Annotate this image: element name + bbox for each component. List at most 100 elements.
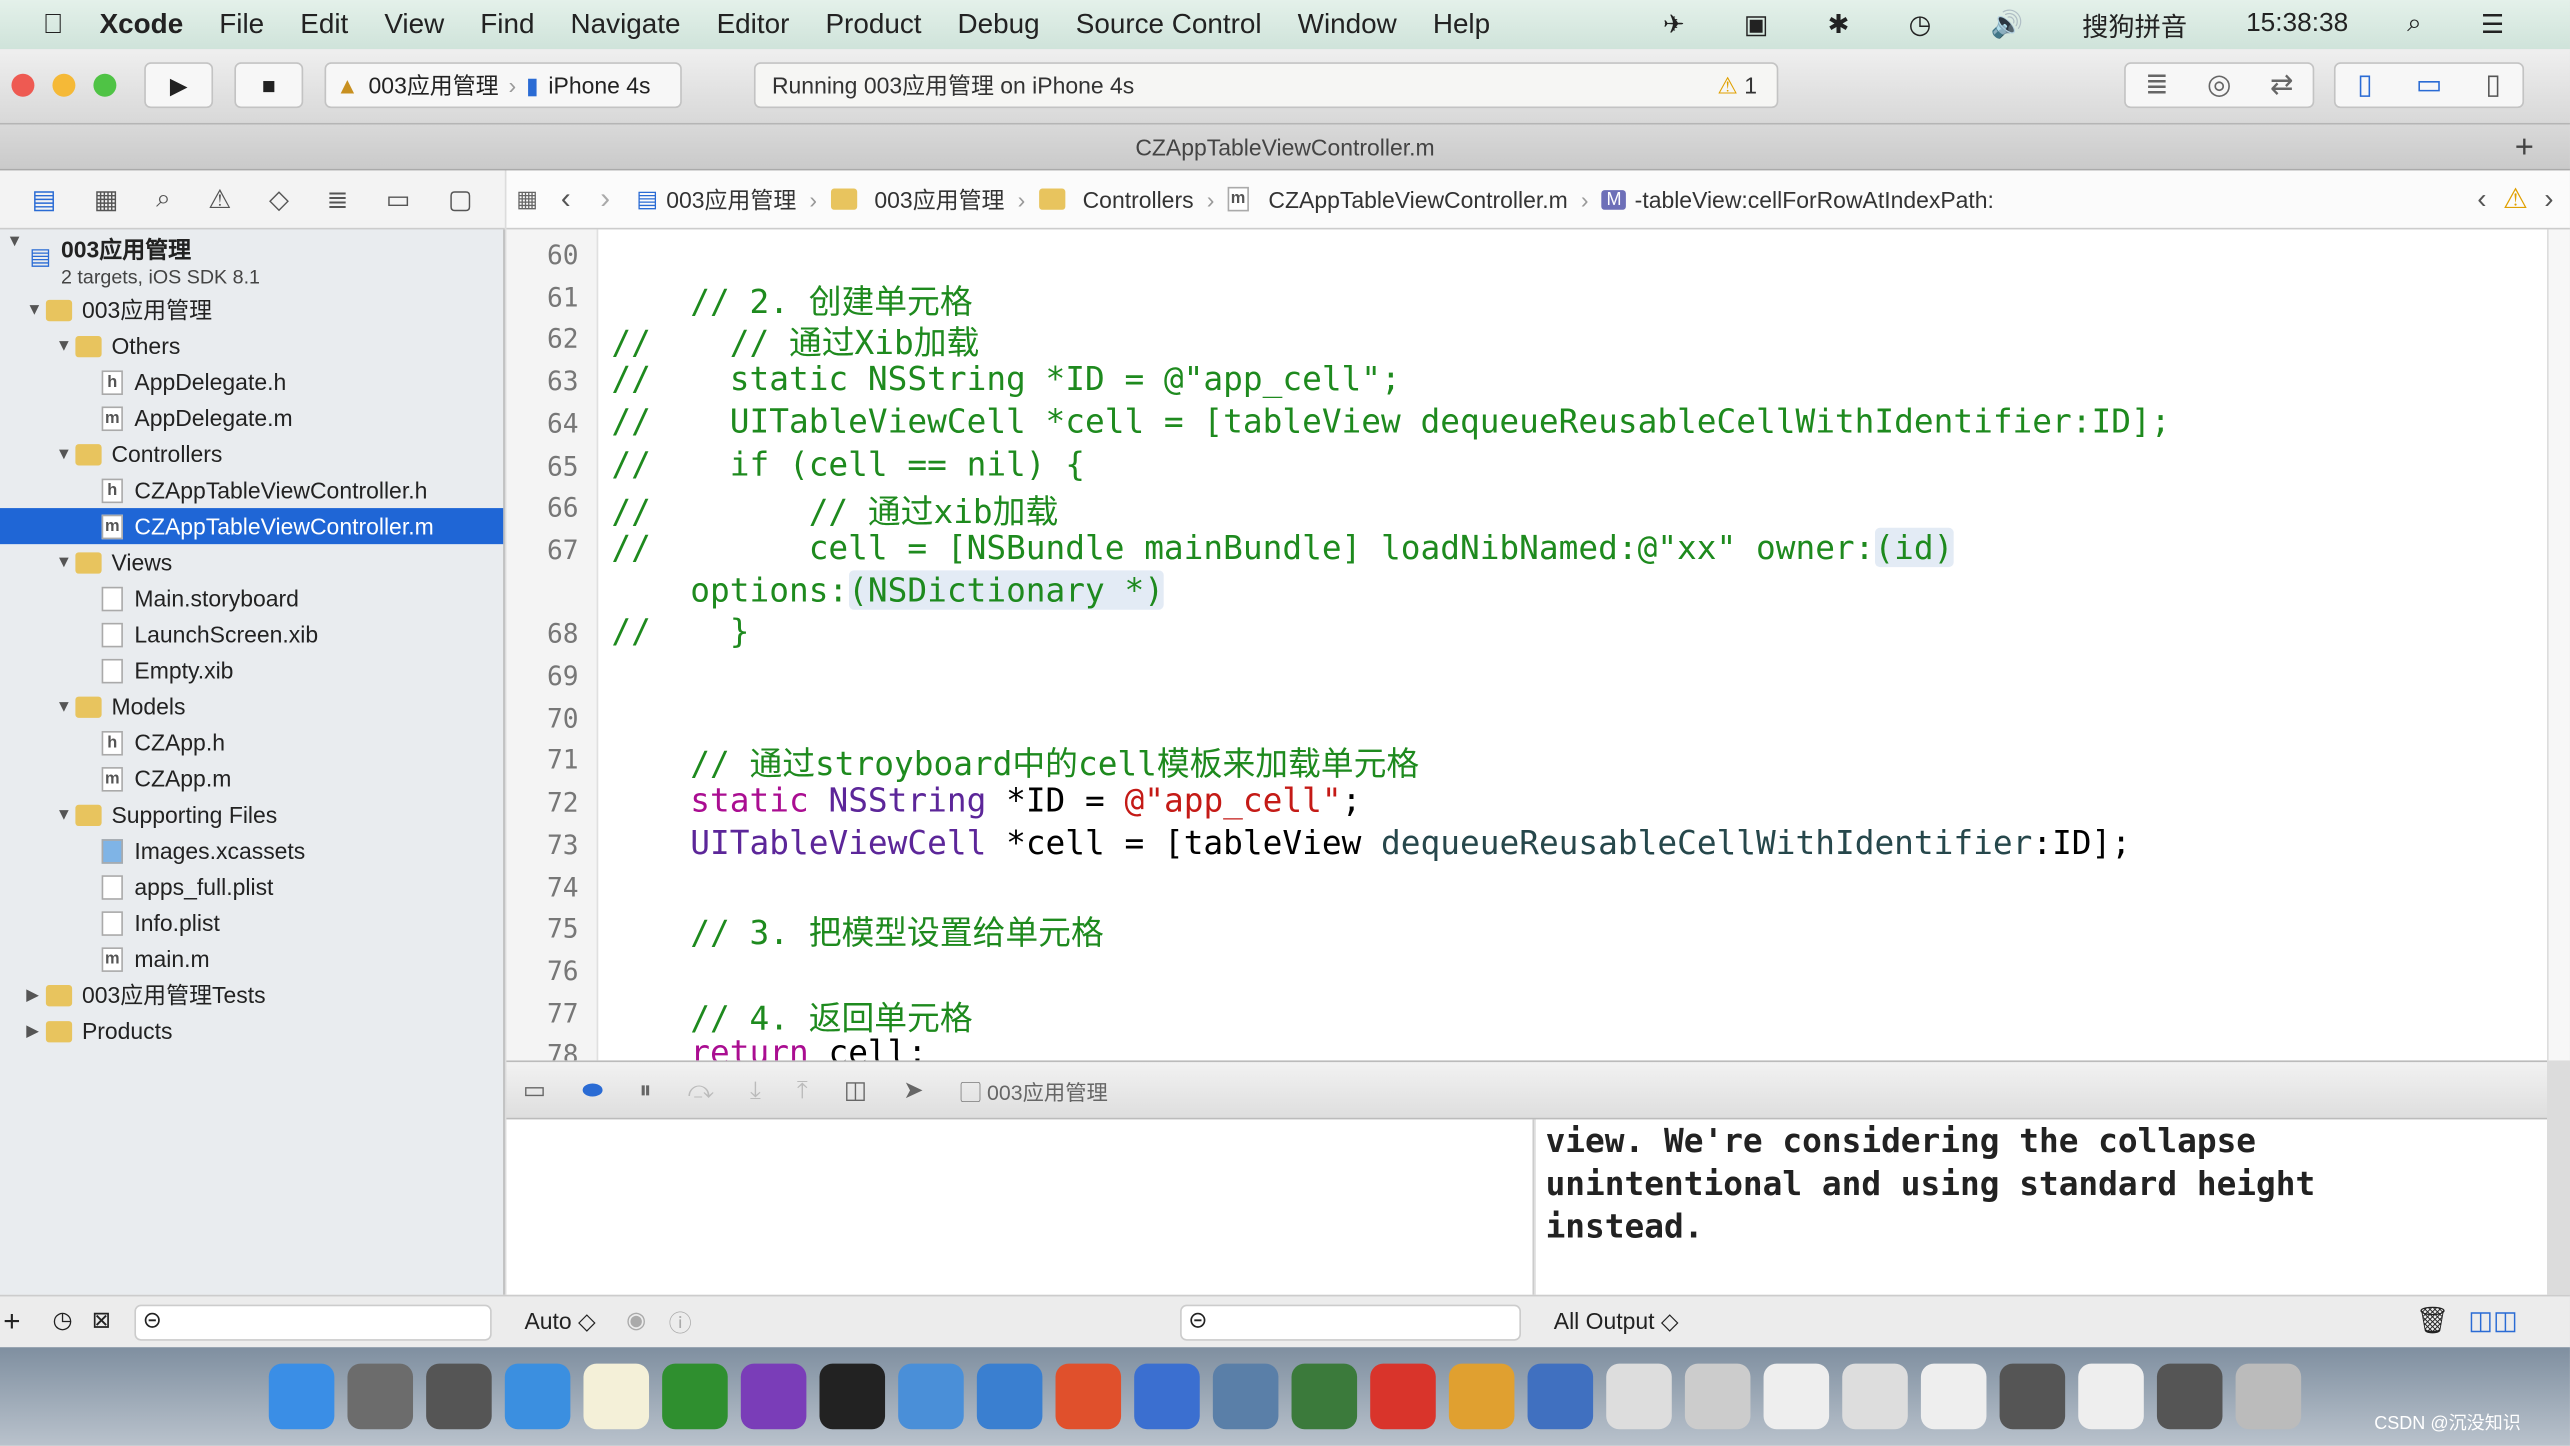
breadcrumb-group[interactable]: 003应用管理	[830, 183, 1004, 216]
code-line[interactable]: // cell = [NSBundle mainBundle] loadNibN…	[611, 527, 1954, 567]
dock-app-icon[interactable]	[347, 1363, 414, 1430]
dock-app-icon[interactable]	[268, 1363, 335, 1430]
previous-issue-button[interactable]: ‹	[2477, 183, 2486, 216]
navigator-item[interactable]: ▼ 003应用管理	[26, 292, 212, 328]
navigator-item[interactable]: m AppDelegate.m	[101, 400, 293, 436]
dock-app-icon[interactable]	[1055, 1363, 1122, 1430]
navigator-item[interactable]: m CZApp.m	[101, 760, 232, 796]
console-output-select[interactable]: All Output ◇	[1554, 1308, 1679, 1336]
navigator-item[interactable]: h CZAppTableViewController.h	[101, 472, 427, 508]
navigator-item[interactable]: ▼ Supporting Files	[56, 797, 278, 833]
menu-navigate[interactable]: Navigate	[571, 8, 681, 41]
disclosure-triangle-icon[interactable]: ▼	[56, 445, 76, 463]
navigator-item[interactable]: Empty.xib	[101, 652, 233, 688]
assistant-editor-icon[interactable]: ◎	[2207, 69, 2231, 102]
dock-app-icon[interactable]	[1606, 1363, 1672, 1430]
menu-view[interactable]: View	[384, 8, 444, 41]
navigator-item[interactable]: h AppDelegate.h	[101, 364, 286, 400]
navigator-toggle-icon[interactable]: ▯	[2357, 69, 2372, 102]
target-selector[interactable]: ▢ 003应用管理	[960, 1074, 1108, 1105]
menu-help[interactable]: Help	[1433, 8, 1490, 41]
dock-app-icon[interactable]	[504, 1363, 571, 1430]
disclosure-triangle-icon[interactable]: ▶	[26, 986, 46, 1004]
volume-icon[interactable]: 🔊	[1991, 8, 2024, 41]
dock-app-icon[interactable]	[898, 1363, 964, 1430]
code-line[interactable]: UITableViewCell *cell = [tableView deque…	[611, 822, 2131, 861]
step-out-icon[interactable]: ⤒	[797, 1076, 808, 1104]
standard-editor-icon[interactable]: ≣	[2145, 69, 2168, 102]
navigator-item[interactable]: ▶ Products	[26, 1013, 172, 1049]
code-line[interactable]: static NSString *ID = @"app_cell";	[611, 780, 1361, 819]
close-button[interactable]	[11, 73, 35, 97]
dock-app-icon[interactable]	[1920, 1363, 1987, 1430]
run-button[interactable]: ▶	[144, 62, 214, 109]
screen-record-icon[interactable]: ▣	[1744, 8, 1769, 41]
dock-app-icon[interactable]	[2156, 1363, 2223, 1430]
debug-area-toggle-icon[interactable]: ▭	[2416, 69, 2442, 102]
menu-window[interactable]: Window	[1298, 8, 1397, 41]
input-method[interactable]: 搜狗拼音	[2082, 5, 2187, 44]
code-line[interactable]: // // 通过Xib加载	[611, 317, 979, 365]
zoom-button[interactable]	[93, 73, 117, 97]
dock-app-icon[interactable]	[2235, 1363, 2302, 1430]
utilities-toggle-icon[interactable]: ▯	[2485, 69, 2500, 102]
code-line[interactable]: // 3. 把模型设置给单元格	[611, 907, 1103, 955]
report-navigator-icon[interactable]: ▢	[448, 183, 473, 216]
console-output[interactable]: view. We're considering the collapse uni…	[1535, 1119, 2548, 1295]
hide-debug-area-icon[interactable]: ▭	[523, 1075, 546, 1105]
trash-icon[interactable]: 🗑	[2416, 1305, 2449, 1338]
issue-navigator-icon[interactable]: ⚠	[208, 183, 232, 216]
disclosure-triangle-icon[interactable]: ▼	[26, 301, 46, 319]
navigator-item[interactable]: ▼ Others	[56, 328, 181, 364]
next-issue-button[interactable]: ›	[2544, 183, 2553, 216]
scheme-selector[interactable]: ▲ 003应用管理 › ▮ iPhone 4s	[324, 62, 682, 109]
dock-app-icon[interactable]	[583, 1363, 650, 1430]
dock-app-icon[interactable]	[1527, 1363, 1594, 1430]
breadcrumb-controllers[interactable]: Controllers	[1038, 186, 1194, 212]
dock-app-icon[interactable]	[1684, 1363, 1751, 1430]
forward-button[interactable]: ›	[600, 182, 610, 216]
dock-app-icon[interactable]	[1212, 1363, 1279, 1430]
find-navigator-icon[interactable]: ⌕	[156, 184, 171, 214]
breadcrumb-project[interactable]: ▤ 003应用管理	[636, 183, 796, 216]
breakpoint-navigator-icon[interactable]: ▭	[386, 183, 411, 216]
variables-view[interactable]	[506, 1119, 1535, 1295]
recent-files-icon[interactable]: ◷	[52, 1306, 72, 1334]
project-navigator-icon[interactable]: ▤	[32, 183, 57, 216]
navigator-item[interactable]: ▼ Views	[56, 544, 173, 580]
clock[interactable]: 15:38:38	[2246, 10, 2348, 40]
menu-editor[interactable]: Editor	[717, 8, 790, 41]
code-line[interactable]: // }	[611, 612, 749, 651]
step-into-icon[interactable]: ⤓	[750, 1076, 761, 1104]
bluetooth-icon[interactable]: ✱	[1828, 8, 1850, 41]
navigator-item[interactable]: LaunchScreen.xib	[101, 616, 318, 652]
back-button[interactable]: ‹	[561, 182, 571, 216]
menu-xcode[interactable]: Xcode	[100, 8, 184, 41]
code-line[interactable]: options:(NSDictionary *)	[611, 569, 1164, 610]
menu-find[interactable]: Find	[480, 8, 534, 41]
editor-scrollbar[interactable]	[2547, 229, 2570, 1061]
source-editor[interactable]: 60 61 62 63 64 65 66 67 68 69 70 71 72 73 74 75 76 77 78 /…	[506, 229, 2548, 1061]
disclosure-triangle-icon[interactable]: ▼	[7, 233, 27, 251]
navigator-item[interactable]: m CZAppTableViewController.m	[0, 508, 504, 545]
source-control-filter-icon[interactable]: ⊠	[92, 1306, 111, 1334]
test-navigator-icon[interactable]: ◇	[269, 183, 289, 216]
code-line[interactable]: // static NSString *ID = @"app_cell";	[611, 359, 1400, 398]
dock-app-icon[interactable]	[976, 1363, 1043, 1430]
code-line[interactable]: return cell;	[611, 1033, 927, 1060]
dock-app-icon[interactable]	[1134, 1363, 1200, 1430]
navigator-item[interactable]: ▶ 003应用管理Tests	[26, 977, 265, 1013]
version-editor-icon[interactable]: ⇄	[2270, 69, 2293, 102]
pause-icon[interactable]: ⏸	[639, 1076, 651, 1104]
dock-app-icon[interactable]	[2078, 1363, 2144, 1430]
tab-file[interactable]: CZAppTableViewController.m	[1135, 134, 1434, 160]
warning-icon[interactable]: ⚠	[2503, 183, 2528, 216]
code-line[interactable]: // if (cell == nil) {	[611, 443, 1085, 482]
code-line[interactable]: // 通过stroyboard中的cell模板来加载单元格	[611, 738, 1419, 786]
dock-app-icon[interactable]	[1291, 1363, 1358, 1430]
spotlight-icon[interactable]: ⌕	[2407, 10, 2422, 40]
apple-menu-icon[interactable]: 	[43, 8, 64, 41]
code-line[interactable]: // 4. 返回单元格	[611, 991, 972, 1039]
navigator-item[interactable]: ▼ Controllers	[56, 436, 223, 472]
menu-file[interactable]: File	[219, 8, 264, 41]
